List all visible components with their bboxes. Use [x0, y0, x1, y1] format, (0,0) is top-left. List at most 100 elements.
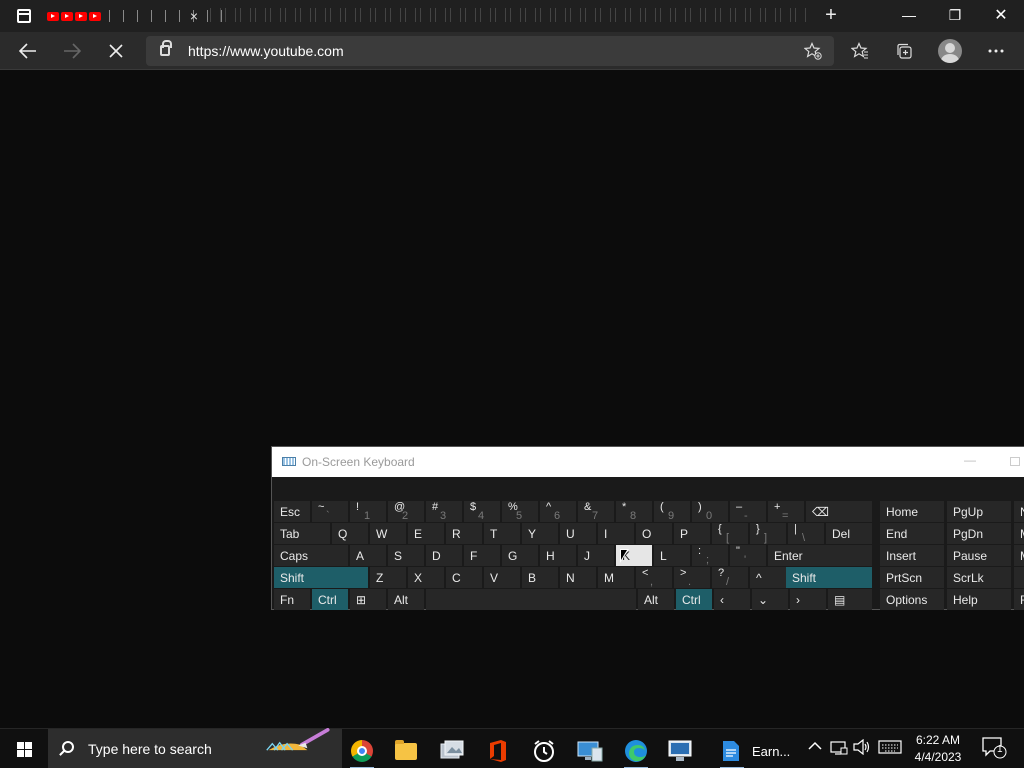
osk-key-7[interactable]: & 7: [578, 501, 614, 522]
osk-nav-key[interactable]: [1014, 567, 1024, 588]
osk-key-lbrace[interactable]: {[: [712, 523, 748, 544]
osk-key-2[interactable]: @2: [388, 501, 424, 522]
osk-key-q[interactable]: Q: [332, 523, 368, 544]
notification-center-icon[interactable]: 1: [982, 737, 1008, 762]
osk-key-b[interactable]: B: [522, 567, 558, 588]
osk-key-tilde[interactable]: ~ `: [312, 501, 348, 522]
more-icon[interactable]: [982, 37, 1010, 65]
osk-key-period[interactable]: >.: [674, 567, 710, 588]
osk-key-space[interactable]: [426, 589, 636, 610]
chevron-up-icon[interactable]: [808, 739, 822, 754]
collapsed-tabs[interactable]: [210, 8, 806, 22]
osk-key-del[interactable]: Del: [826, 523, 872, 544]
osk-key-z[interactable]: Z: [370, 567, 406, 588]
osk-nav-key[interactable]: Help: [947, 589, 1011, 610]
osk-key-pipe[interactable]: | \: [788, 523, 824, 544]
osk-key-m[interactable]: M: [598, 567, 634, 588]
osk-key-l[interactable]: L: [654, 545, 690, 566]
osk-nav-key[interactable]: M: [1014, 545, 1024, 566]
close-tab-icon[interactable]: ×: [186, 8, 202, 24]
osk-key-win[interactable]: ⊞: [350, 589, 386, 610]
osk-key-left[interactable]: ‹: [714, 589, 750, 610]
osk-nav-key[interactable]: End: [880, 523, 944, 544]
osk-key-0[interactable]: ) 0: [692, 501, 728, 522]
osk-key-colon[interactable]: :;: [692, 545, 728, 566]
osk-key-4[interactable]: $4: [464, 501, 500, 522]
osk-nav-key[interactable]: F: [1014, 589, 1024, 610]
restore-button[interactable]: ❐: [932, 0, 978, 30]
osk-nav-key[interactable]: Insert: [880, 545, 944, 566]
youtube-tab[interactable]: [88, 6, 102, 26]
osk-title-bar[interactable]: On-Screen Keyboard —: [272, 447, 1024, 477]
osk-key-fn[interactable]: Fn: [274, 589, 310, 610]
osk-key-p[interactable]: P: [674, 523, 710, 544]
osk-key-a[interactable]: A: [350, 545, 386, 566]
osk-key-alt-right[interactable]: Alt: [638, 589, 674, 610]
osk-key-e[interactable]: E: [408, 523, 444, 544]
chrome-taskbar-icon[interactable]: [342, 733, 382, 768]
osk-key-5[interactable]: % 5: [502, 501, 538, 522]
osk-maximize-button[interactable]: [1010, 457, 1020, 466]
collections-icon[interactable]: [890, 37, 918, 65]
osk-key-shift-right[interactable]: Shift: [786, 567, 872, 588]
minimize-button[interactable]: —: [886, 0, 932, 30]
osk-key-down[interactable]: ⌄: [752, 589, 788, 610]
tab-actions-icon[interactable]: [12, 8, 36, 24]
back-icon[interactable]: [14, 37, 42, 65]
osk-key-6[interactable]: ^ 6: [540, 501, 576, 522]
notes-taskbar-button[interactable]: Earn...: [712, 733, 800, 768]
office-icon[interactable]: [478, 733, 518, 768]
osk-key-comma[interactable]: <,: [636, 567, 672, 588]
osk-nav-key[interactable]: M: [1014, 523, 1024, 544]
osk-key-w[interactable]: W: [370, 523, 406, 544]
stop-loading-icon[interactable]: [102, 37, 130, 65]
osk-key-ctrl-right[interactable]: Ctrl: [676, 589, 712, 610]
osk-key-enter[interactable]: Enter: [768, 545, 872, 566]
network-icon[interactable]: [830, 739, 848, 758]
volume-icon[interactable]: [853, 738, 871, 758]
osk-minimize-button[interactable]: —: [964, 453, 976, 467]
windows-start-icon[interactable]: [8, 735, 40, 763]
osk-key-shift-left[interactable]: Shift: [274, 567, 368, 588]
osk-nav-key[interactable]: Options: [880, 589, 944, 610]
osk-key-n[interactable]: N: [560, 567, 596, 588]
osk-key-rbrace[interactable]: }]: [750, 523, 786, 544]
youtube-tab[interactable]: [46, 6, 60, 26]
loading-tab[interactable]: [116, 6, 130, 26]
photos-viewer-icon[interactable]: [432, 733, 472, 768]
loading-tab[interactable]: [158, 6, 172, 26]
osk-key-d[interactable]: D: [426, 545, 462, 566]
loading-tab[interactable]: [172, 6, 186, 26]
taskbar-search-box[interactable]: Type here to search: [48, 728, 342, 768]
osk-nav-key[interactable]: PrtScn: [880, 567, 944, 588]
osk-key-menu[interactable]: ▤: [828, 589, 872, 610]
osk-key-3[interactable]: #3: [426, 501, 462, 522]
osk-key-9[interactable]: (9: [654, 501, 690, 522]
profile-avatar[interactable]: [938, 39, 962, 63]
desktop-connect-icon[interactable]: [570, 733, 610, 768]
remote-desktop-icon[interactable]: [660, 733, 700, 768]
edge-icon[interactable]: [616, 733, 656, 768]
osk-key-u[interactable]: U: [560, 523, 596, 544]
osk-nav-key[interactable]: PgUp: [947, 501, 1011, 522]
osk-key-f[interactable]: F: [464, 545, 500, 566]
osk-key-tab[interactable]: Tab: [274, 523, 330, 544]
osk-key-x[interactable]: X: [408, 567, 444, 588]
osk-key-s[interactable]: S: [388, 545, 424, 566]
osk-key-backspace[interactable]: ⌫: [806, 501, 872, 522]
favorites-icon[interactable]: [846, 37, 874, 65]
osk-key-slash[interactable]: ? /: [712, 567, 748, 588]
loading-tab[interactable]: [130, 6, 144, 26]
osk-key-right[interactable]: ›: [790, 589, 826, 610]
system-clock[interactable]: 6:22 AM 4/4/2023: [905, 732, 971, 766]
osk-key-alt-left[interactable]: Alt: [388, 589, 424, 610]
url-text[interactable]: https://www.youtube.com: [188, 43, 344, 59]
osk-key-up[interactable]: ^: [750, 567, 786, 588]
alarms-clock-icon[interactable]: [524, 733, 564, 768]
close-window-button[interactable]: ✕: [978, 0, 1024, 30]
lock-icon[interactable]: [160, 40, 172, 56]
osk-key-8[interactable]: * 8: [616, 501, 652, 522]
osk-key-1[interactable]: ! 1: [350, 501, 386, 522]
osk-nav-key[interactable]: Pause: [947, 545, 1011, 566]
loading-tab[interactable]: [144, 6, 158, 26]
